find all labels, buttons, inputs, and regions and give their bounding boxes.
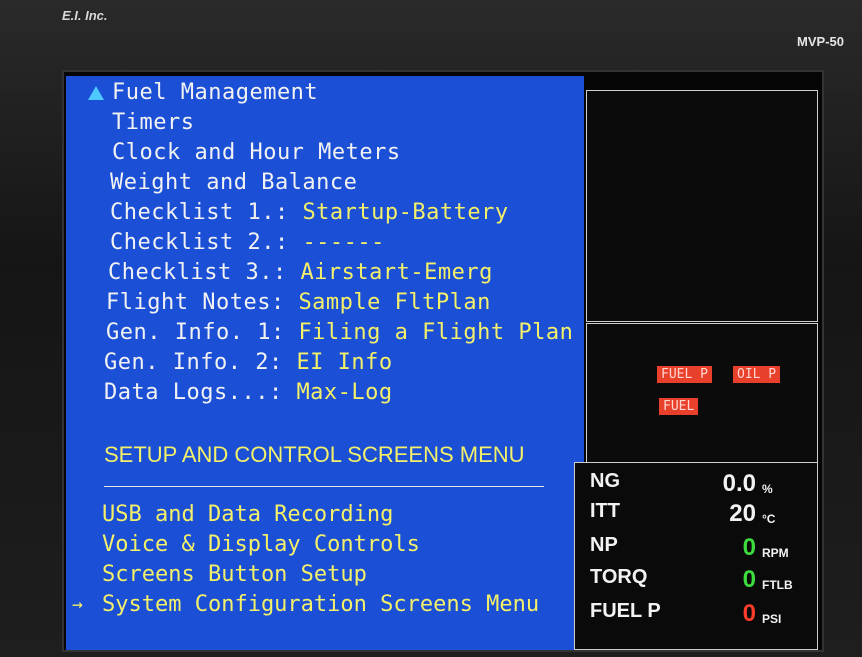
alarm-fuel: FUEL [659,398,699,415]
gauge-pane-top [586,90,818,322]
setup-item-voice-display[interactable]: Voice & Display Controls [102,532,420,557]
menu-item-clock-hour-meters[interactable]: Clock and Hour Meters [112,140,401,165]
setup-item-system-config[interactable]: System Configuration Screens Menu [102,592,539,617]
param-unit-fuel-p: PSI [762,612,782,626]
cursor-up-icon [88,86,104,100]
menu-item-flight-notes[interactable]: Flight Notes: Sample FltPlan [106,290,491,315]
param-unit-np: RPM [762,546,789,560]
param-value-itt: 20 [729,500,756,527]
menu-item-checklist-2[interactable]: Checklist 2.: ------ [110,230,385,255]
param-label-itt: ITT [590,500,620,522]
param-value-np: 0 [742,534,756,561]
param-label-torq: TORQ [590,566,648,588]
menu-item-gen-info-1[interactable]: Gen. Info. 1: Filing a Flight Plan [106,320,573,345]
setup-item-usb-recording[interactable]: USB and Data Recording [102,502,393,527]
menu-item-weight-balance[interactable]: Weight and Balance [110,170,357,195]
menu-item-checklist-3[interactable]: Checklist 3.: Airstart-Emerg [108,260,493,285]
menu-item-gen-info-2[interactable]: Gen. Info. 2: EI Info [104,350,393,375]
selection-arrow-icon: → [72,594,83,615]
param-label-np: NP [590,534,618,556]
alarm-fuel-pressure: FUEL P [657,366,712,383]
annunciator-pane: FUEL P OIL P FUEL [586,323,818,463]
param-value-torq: 0 [742,566,756,593]
setup-menu-title: SETUP AND CONTROL SCREENS MENU [104,442,525,467]
param-value-ng: 0.0 [722,470,756,497]
param-unit-torq: FTLB [762,578,793,592]
param-unit-ng: % [762,482,773,496]
param-label-fuel-p: FUEL P [590,600,661,622]
model-label: MVP-50 [797,34,844,49]
setup-item-screens-button[interactable]: Screens Button Setup [102,562,367,587]
setup-divider [104,486,544,487]
brand-label: E.I. Inc. [62,8,108,23]
main-menu-panel: Fuel Management Timers Clock and Hour Me… [66,76,584,650]
alarm-oil-pressure: OIL P [733,366,781,383]
menu-item-fuel-management[interactable]: Fuel Management [112,80,318,105]
param-value-fuel-p: 0 [742,600,756,627]
menu-item-checklist-1[interactable]: Checklist 1.: Startup-Battery [110,200,509,225]
menu-item-timers[interactable]: Timers [112,110,194,135]
param-unit-itt: °C [762,512,776,526]
param-label-ng: NG [590,470,620,492]
menu-item-data-logs[interactable]: Data Logs...: Max-Log [104,380,393,405]
